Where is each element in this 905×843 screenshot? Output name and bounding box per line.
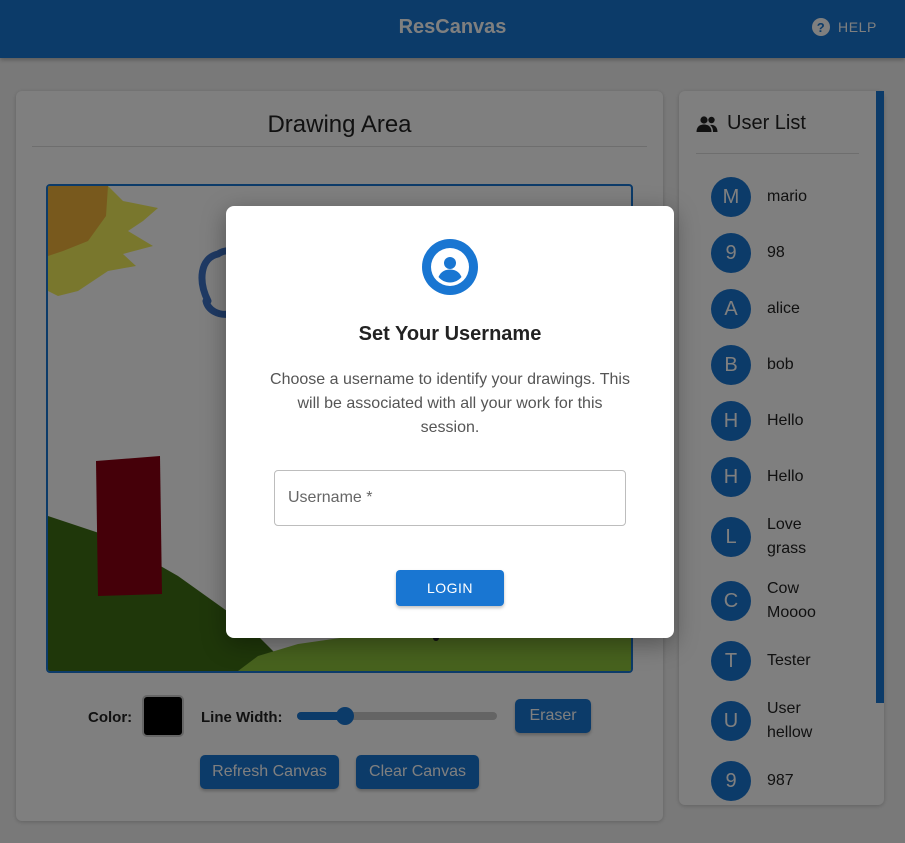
login-button[interactable]: LOGIN xyxy=(396,570,504,606)
username-field: Username * xyxy=(274,470,626,526)
account-circle-icon xyxy=(422,239,478,295)
dialog-description: Choose a username to identify your drawi… xyxy=(270,371,630,436)
username-input[interactable] xyxy=(275,471,625,525)
username-dialog: Set Your Username Choose a username to i… xyxy=(226,206,674,638)
dialog-title: Set Your Username xyxy=(358,323,542,345)
